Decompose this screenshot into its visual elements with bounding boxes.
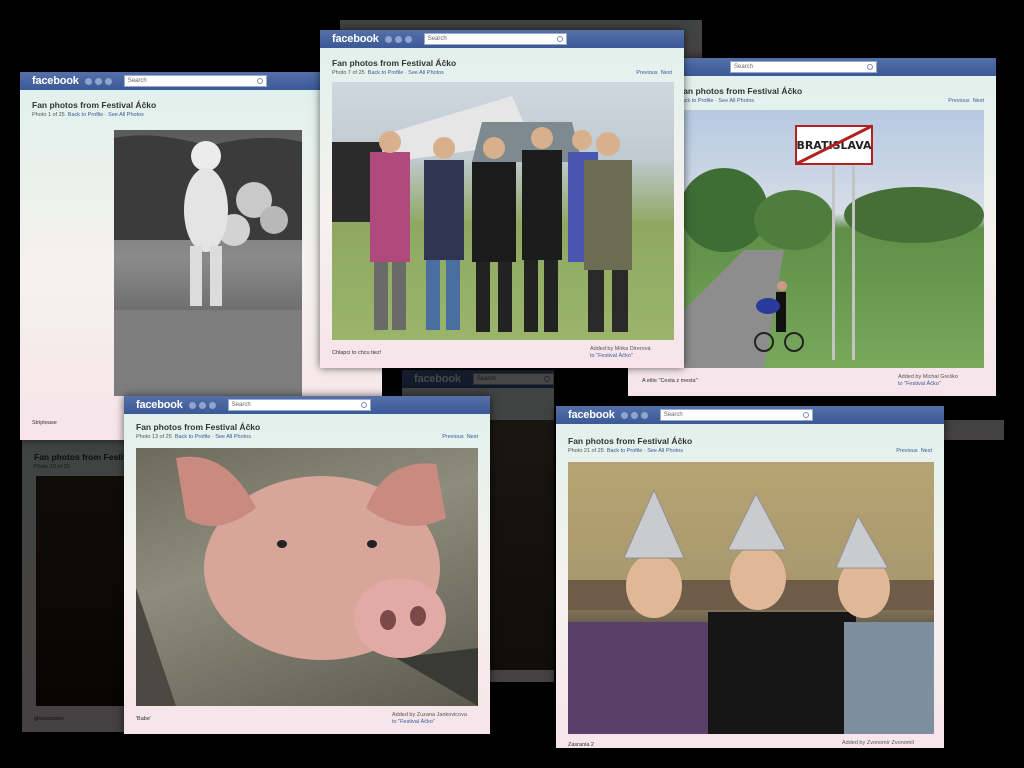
- facebook-header-bar: facebook Search: [320, 30, 684, 48]
- facebook-logo[interactable]: facebook: [20, 75, 79, 87]
- friend-requests-icon[interactable]: [620, 411, 628, 419]
- photo-caption: 'Babe': [136, 716, 151, 722]
- photo-navigation: Previous Next: [896, 448, 932, 454]
- album-title: Fan photos from Festival Áčko: [32, 100, 157, 110]
- friend-requests-icon[interactable]: [188, 401, 196, 409]
- photo-card-pig: facebook Search Fan photos from Festival…: [124, 396, 490, 734]
- notifications-icon[interactable]: [208, 401, 216, 409]
- photo-counter: Photo 13 of 25: [136, 434, 172, 440]
- notification-icons: [384, 35, 412, 43]
- added-by-info: Added by Mirka Direrová to "Festival Áčk…: [590, 346, 651, 360]
- added-by-info: Added by Michal Greško to "Festival Áčko…: [898, 374, 958, 388]
- next-link[interactable]: Next: [921, 448, 932, 454]
- facebook-header-bar: facebook Search: [402, 370, 554, 388]
- search-input[interactable]: Search: [123, 75, 267, 87]
- messages-icon[interactable]: [630, 411, 638, 419]
- next-link[interactable]: Next: [661, 70, 672, 76]
- notification-icons: [620, 411, 648, 419]
- photo-counter-line: Photo 7 of 25 Back to Profile · See All …: [332, 70, 444, 76]
- added-to-link[interactable]: to "Festival Áčko": [392, 719, 435, 725]
- previous-link[interactable]: Previous: [442, 434, 463, 440]
- photo-card-foil-hats: facebook Search Fan photos from Festival…: [556, 406, 944, 748]
- photo-counter: Photo 7 of 25: [332, 70, 365, 76]
- baby-photo-drawing: [114, 135, 302, 396]
- photo-counter-line: Photo 21 of 25 Back to Profile · See All…: [568, 448, 683, 454]
- facebook-logo[interactable]: facebook: [402, 373, 461, 385]
- photo-navigation: Previous Next: [442, 434, 478, 440]
- notification-icons: [188, 401, 216, 409]
- added-by-text: Added by Zvonomír Zvonomil: [842, 740, 914, 746]
- search-input[interactable]: Search: [227, 399, 371, 411]
- search-input[interactable]: Search: [472, 373, 554, 385]
- photo-image: [490, 420, 554, 670]
- see-all-photos-link[interactable]: See All Photos: [108, 112, 144, 118]
- back-to-profile-link[interactable]: Back to Profile: [68, 112, 103, 118]
- album-title: Fan photos from Festival Áčko: [332, 58, 457, 68]
- photo-caption: ghostcovers: [34, 716, 64, 722]
- album-title: Fan photos from Festival Áčko: [136, 422, 261, 432]
- photo-navigation: Previous Next: [636, 70, 672, 76]
- next-link[interactable]: Next: [467, 434, 478, 440]
- photo-caption: A elite "Cesta z mesta": [642, 378, 698, 384]
- added-by-text: Added by Mirka Direrová: [590, 346, 651, 352]
- bratislava-photo-drawing: BRATISLAVA: [684, 124, 984, 368]
- added-by-info: Added by Zuzana Jankovicova to "Festival…: [392, 712, 467, 726]
- facebook-logo[interactable]: facebook: [124, 399, 183, 411]
- search-input[interactable]: Search: [730, 61, 877, 73]
- foil-hats-photo-drawing: [568, 488, 934, 734]
- messages-icon[interactable]: [198, 401, 206, 409]
- added-to-link[interactable]: to "Festival Áčko": [898, 381, 941, 387]
- messages-icon[interactable]: [394, 35, 402, 43]
- photo-counter: Photo 10 of 25: [34, 464, 70, 470]
- added-to-link[interactable]: to "Festival Áčko": [590, 353, 633, 359]
- friend-requests-icon[interactable]: [384, 35, 392, 43]
- notifications-icon[interactable]: [404, 35, 412, 43]
- previous-link[interactable]: Previous: [896, 448, 917, 454]
- photo-image[interactable]: [136, 448, 478, 706]
- photo-counter: Photo 21 of 25: [568, 448, 604, 454]
- group-photo-drawing: [332, 96, 632, 332]
- friend-requests-icon[interactable]: [84, 77, 92, 85]
- back-to-profile-link[interactable]: Back to Profile: [368, 70, 403, 76]
- notifications-icon[interactable]: [640, 411, 648, 419]
- photo-caption: Zasrania 2: [568, 742, 594, 748]
- pig-photo-drawing: [136, 456, 478, 706]
- notification-icons: [84, 77, 112, 85]
- photo-image[interactable]: [568, 462, 934, 734]
- added-by-text: Added by Michal Greško: [898, 374, 958, 380]
- added-by-text: Added by Zuzana Jankovicova: [392, 712, 467, 718]
- see-all-photos-link[interactable]: See All Photos: [718, 98, 754, 104]
- photo-counter-line: Photo 1 of 25 Back to Profile · See All …: [32, 112, 144, 118]
- search-input[interactable]: Search: [659, 409, 813, 421]
- back-to-profile-link[interactable]: Back to Profile: [607, 448, 642, 454]
- photo-card-background-right: [944, 420, 1004, 440]
- previous-link[interactable]: Previous: [636, 70, 657, 76]
- photo-image[interactable]: [114, 130, 302, 396]
- photo-image[interactable]: BRATISLAVA: [684, 110, 984, 368]
- album-title: Fan photos from Festival Áčko: [568, 436, 693, 446]
- photo-image[interactable]: [332, 82, 674, 340]
- previous-link[interactable]: Previous: [948, 98, 969, 104]
- facebook-header-bar: facebook Search: [124, 396, 490, 414]
- photo-counter-line: Back to Profile · See All Photos: [678, 98, 754, 104]
- facebook-logo[interactable]: facebook: [556, 409, 615, 421]
- facebook-logo[interactable]: facebook: [320, 33, 379, 45]
- next-link[interactable]: Next: [973, 98, 984, 104]
- photo-caption: Striptease: [32, 420, 57, 426]
- notifications-icon[interactable]: [104, 77, 112, 85]
- photo-caption: Chlapci to chcu tiez!: [332, 350, 382, 356]
- search-input[interactable]: Search: [423, 33, 567, 45]
- photo-card-group: facebook Search Fan photos from Festival…: [320, 30, 684, 368]
- photo-navigation: Previous Next: [948, 98, 984, 104]
- messages-icon[interactable]: [94, 77, 102, 85]
- added-by-info: Added by Zvonomír Zvonomil: [842, 740, 914, 747]
- photo-counter-line: Photo 13 of 25 Back to Profile · See All…: [136, 434, 251, 440]
- album-title: Fan photos from Festival Áčko: [678, 86, 803, 96]
- photo-counter: Photo 1 of 25: [32, 112, 65, 118]
- see-all-photos-link[interactable]: See All Photos: [408, 70, 444, 76]
- see-all-photos-link[interactable]: See All Photos: [215, 434, 251, 440]
- back-to-profile-link[interactable]: Back to Profile: [175, 434, 210, 440]
- see-all-photos-link[interactable]: See All Photos: [647, 448, 683, 454]
- facebook-header-bar: facebook Search: [556, 406, 944, 424]
